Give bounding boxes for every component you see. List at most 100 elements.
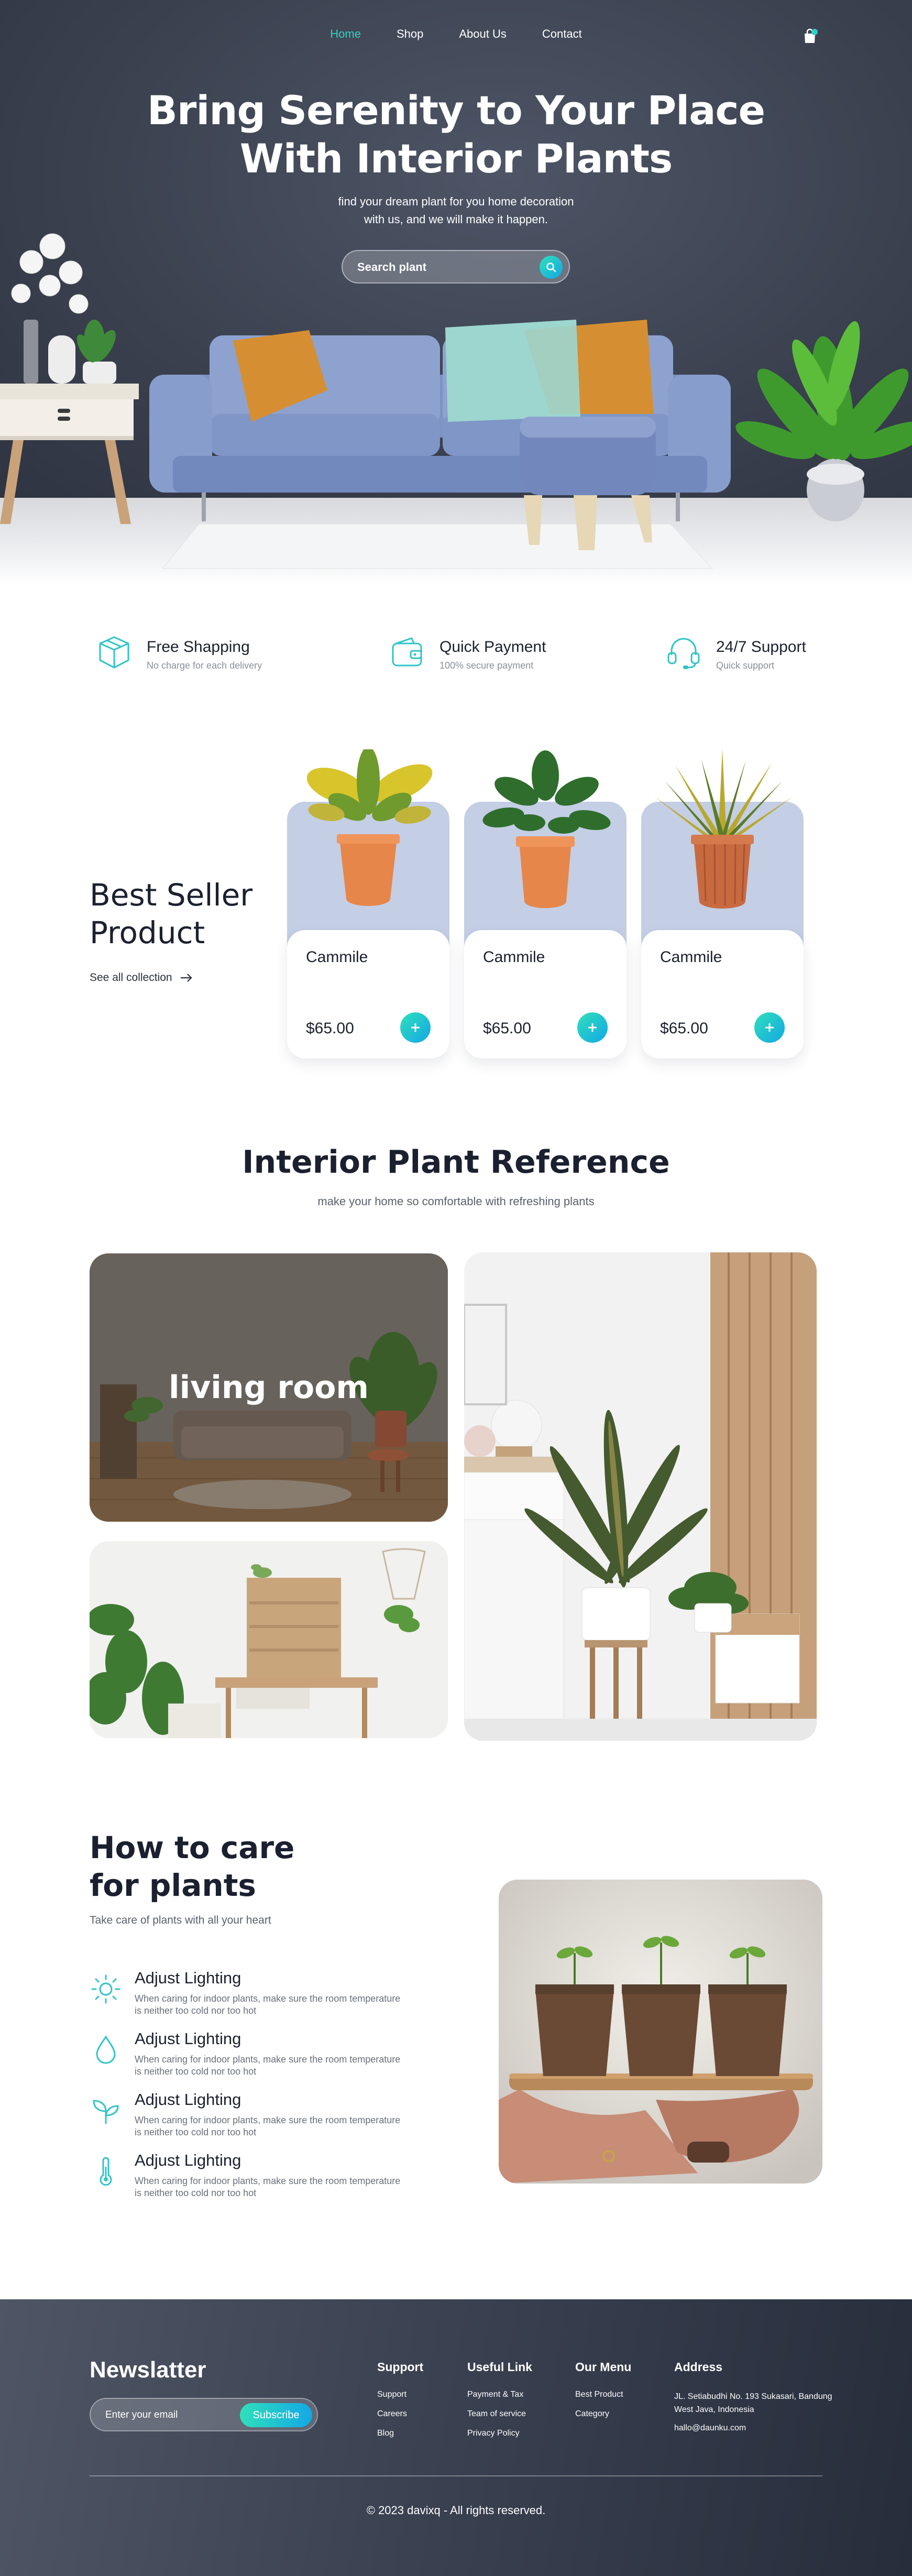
study-room-tile[interactable] xyxy=(90,1541,448,1738)
sun-icon xyxy=(91,1974,120,2004)
feature-support: 24/7 Support Quick support xyxy=(665,634,833,676)
footer-link-support[interactable]: Support xyxy=(377,2390,423,2399)
product-card[interactable]: Cammile $65.00 xyxy=(464,750,627,1058)
product-name: Cammile xyxy=(660,948,722,966)
subscribe-button[interactable]: Subscribe xyxy=(240,2403,312,2427)
care-tip-desc: When caring for indoor plants, make sure… xyxy=(135,2115,401,2137)
footer-column-title: Support xyxy=(377,2360,424,2374)
footer-column-title: Useful Link xyxy=(467,2360,532,2374)
best-seller-title-line2: Product xyxy=(90,915,205,951)
care-tip: Adjust Lighting When caring for indoor p… xyxy=(90,1969,414,2026)
main-nav: Home Shop About Us Contact xyxy=(0,27,912,48)
plant-corner-image xyxy=(464,1252,817,1741)
see-all-collection-link[interactable]: See all collection xyxy=(90,972,193,984)
product-card[interactable]: Cammile $65.00 xyxy=(641,749,804,1058)
reference-title: Interior Plant Reference xyxy=(242,1144,670,1181)
study-room-image xyxy=(90,1541,448,1738)
product-card-panel: Cammile $65.00 xyxy=(287,930,449,1058)
add-to-cart-button[interactable] xyxy=(400,1012,431,1043)
nav-home[interactable]: Home xyxy=(330,27,361,48)
product-price: $65.00 xyxy=(483,1020,531,1037)
best-seller-title: Best Seller Product xyxy=(90,876,252,952)
reference-subtitle: make your home so comfortable with refre… xyxy=(317,1195,595,1208)
footer-column-our-menu: Our Menu Best Product Category xyxy=(575,2360,631,2429)
product-name: Cammile xyxy=(306,948,368,966)
care-tip-title: Adjust Lighting xyxy=(135,2029,241,2048)
copyright: © 2023 davixq - All rights reserved. xyxy=(366,2504,546,2517)
feature-quick-payment: Quick Payment 100% secure payment xyxy=(389,634,577,676)
newsletter-email-input[interactable] xyxy=(105,2407,236,2423)
add-to-cart-button[interactable] xyxy=(577,1012,608,1043)
care-tip: Adjust Lighting When caring for indoor p… xyxy=(90,2029,414,2087)
product-name: Cammile xyxy=(483,948,545,966)
hero-title-line2: With Interior Plants xyxy=(239,135,673,182)
care-tip-desc: When caring for indoor plants, make sure… xyxy=(135,1993,401,2016)
care-tip-title: Adjust Lighting xyxy=(135,1969,241,1987)
feature-subtitle: No charge for each delivery xyxy=(147,660,262,671)
footer-link-careers[interactable]: Careers xyxy=(377,2409,423,2419)
living-room-tile[interactable]: living room xyxy=(90,1253,448,1522)
water-drop-icon xyxy=(96,2035,116,2064)
footer-link-blog[interactable]: Blog xyxy=(377,2429,423,2438)
nav-contact[interactable]: Contact xyxy=(542,27,582,48)
footer-column-title: Our Menu xyxy=(575,2360,632,2374)
search-input[interactable] xyxy=(357,258,530,276)
feature-subtitle: Quick support xyxy=(716,660,775,671)
plus-icon xyxy=(588,1023,597,1032)
footer-email-link[interactable]: hallo@daunku.com xyxy=(674,2424,842,2433)
footer-address: JL. Setiabudhi No. 193 Sukasari, Bandung… xyxy=(674,2392,832,2414)
nav-about-us[interactable]: About Us xyxy=(459,27,507,48)
hero-section: Home Shop About Us Contact Bring Serenit… xyxy=(0,0,912,584)
care-tip-desc: When caring for indoor plants, make sure… xyxy=(135,2176,401,2198)
footer-column-address: Address JL. Setiabudhi No. 193 Sukasari,… xyxy=(674,2360,842,2443)
care-title: How to care for plants xyxy=(90,1829,294,1904)
footer-link-team-of-service[interactable]: Team of service xyxy=(467,2409,532,2419)
hero-title-line1: Bring Serenity to Your Place xyxy=(147,87,765,134)
feature-free-shipping: Free Shapping No charge for each deliver… xyxy=(96,634,295,676)
care-tip: Adjust Lighting When caring for indoor p… xyxy=(90,2151,414,2209)
plant-corner-tile[interactable] xyxy=(464,1252,817,1741)
product-price: $65.00 xyxy=(306,1020,354,1037)
hero-subtitle: find your dream plant for you home decor… xyxy=(299,193,613,228)
search-bar xyxy=(342,250,570,283)
hero-subtitle-line2: with us, and we will make it happen. xyxy=(364,213,548,226)
seedlings-image-tile xyxy=(499,1880,822,2184)
product-card-panel: Cammile $65.00 xyxy=(464,930,627,1058)
shopping-bag-icon xyxy=(805,28,818,43)
footer-column-support: Support Support Careers Blog xyxy=(377,2360,423,2448)
hero-title: Bring Serenity to Your Place With Interi… xyxy=(0,86,912,183)
product-price: $65.00 xyxy=(660,1020,708,1037)
add-to-cart-button[interactable] xyxy=(754,1012,785,1043)
footer-link-category[interactable]: Category xyxy=(575,2409,631,2419)
footer-link-best-product[interactable]: Best Product xyxy=(575,2390,631,2399)
newsletter-title: Newslatter xyxy=(90,2357,206,2383)
footer-link-payment-tax[interactable]: Payment & Tax xyxy=(467,2390,532,2399)
footer-column-useful-link: Useful Link Payment & Tax Team of servic… xyxy=(467,2360,532,2448)
thermometer-icon xyxy=(100,2157,112,2186)
search-button[interactable] xyxy=(540,256,563,279)
feature-title: 24/7 Support xyxy=(716,638,806,656)
feature-title: Free Shapping xyxy=(147,638,250,656)
feature-title: Quick Payment xyxy=(439,638,546,656)
footer-link-privacy-policy[interactable]: Privacy Policy xyxy=(467,2429,532,2438)
newsletter-form: Subscribe xyxy=(90,2398,318,2431)
care-tip-title: Adjust Lighting xyxy=(135,2151,241,2169)
footer-divider xyxy=(90,2475,822,2476)
sprout-icon xyxy=(93,2100,119,2124)
nav-shop[interactable]: Shop xyxy=(397,27,423,48)
product-plant-image xyxy=(306,749,433,906)
footer: Newslatter Subscribe Support Support Car… xyxy=(0,2299,912,2576)
best-seller-title-line1: Best Seller xyxy=(90,877,253,913)
care-tip-title: Adjust Lighting xyxy=(135,2090,241,2109)
living-room-label: living room xyxy=(169,1369,369,1406)
wallet-icon xyxy=(392,637,422,667)
arrow-right-icon xyxy=(180,974,192,982)
care-subtitle: Take care of plants with all your heart xyxy=(90,1914,271,1926)
product-card[interactable]: Cammile $65.00 xyxy=(287,749,449,1058)
care-tip: Adjust Lighting When caring for indoor p… xyxy=(90,2090,414,2148)
plus-icon xyxy=(411,1023,420,1032)
care-title-line2: for plants xyxy=(90,1868,256,1903)
search-icon xyxy=(546,263,556,272)
product-plant-image xyxy=(654,749,793,909)
cart-button[interactable] xyxy=(801,27,819,45)
